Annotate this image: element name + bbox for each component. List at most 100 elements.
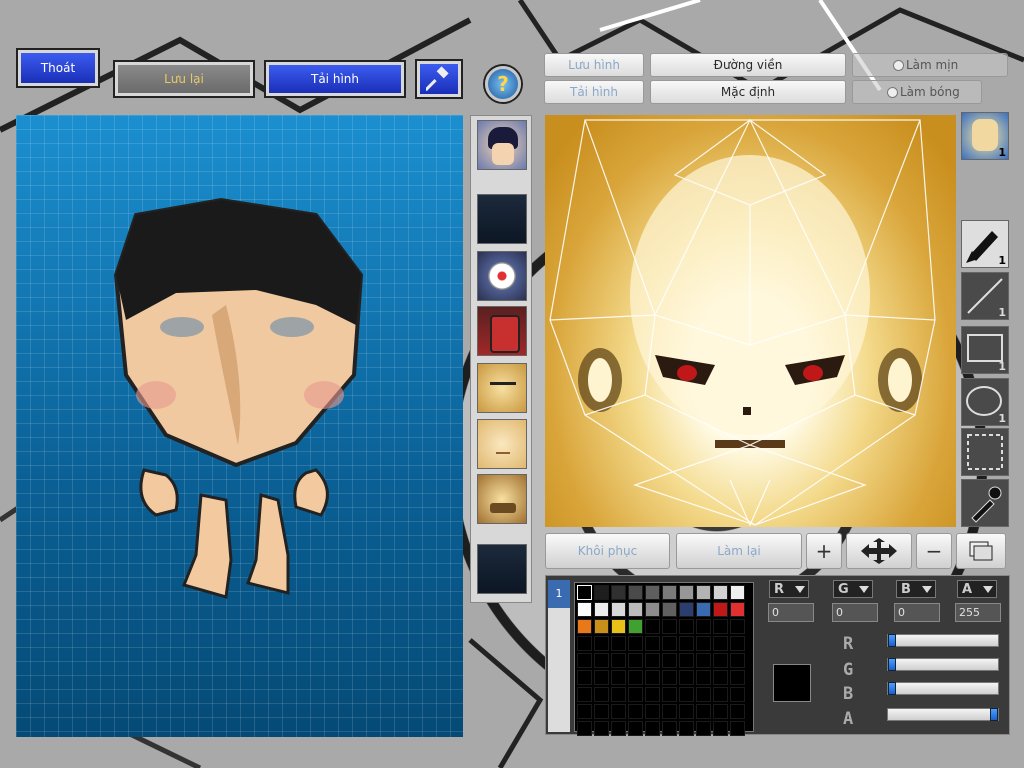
- color-swatch[interactable]: [611, 619, 626, 634]
- part-slot-hair[interactable]: [477, 120, 527, 170]
- color-swatch[interactable]: [679, 687, 694, 702]
- color-swatch[interactable]: [713, 721, 728, 736]
- color-swatch[interactable]: [679, 602, 694, 617]
- b-value-field[interactable]: 0: [894, 603, 940, 622]
- g-channel-header[interactable]: G: [833, 580, 873, 598]
- a-slider[interactable]: [887, 708, 999, 721]
- slider-knob[interactable]: [888, 682, 896, 695]
- color-swatch[interactable]: [713, 670, 728, 685]
- color-swatch[interactable]: [679, 704, 694, 719]
- color-swatch[interactable]: [645, 585, 660, 600]
- color-swatch[interactable]: [645, 602, 660, 617]
- color-swatch[interactable]: [628, 704, 643, 719]
- color-swatch[interactable]: [679, 721, 694, 736]
- part-slot-empty-2[interactable]: [477, 544, 527, 594]
- texture-canvas[interactable]: [545, 115, 956, 527]
- color-swatch[interactable]: [577, 636, 592, 651]
- color-swatch[interactable]: [594, 585, 609, 600]
- color-swatch[interactable]: [730, 636, 745, 651]
- color-swatch[interactable]: [645, 619, 660, 634]
- default-button[interactable]: Mặc định: [650, 80, 846, 104]
- color-swatch[interactable]: [594, 619, 609, 634]
- restore-button[interactable]: Khôi phục: [545, 533, 670, 569]
- line-tool[interactable]: 1: [961, 272, 1009, 320]
- color-swatch[interactable]: [645, 687, 660, 702]
- color-swatch[interactable]: [662, 636, 677, 651]
- color-swatch[interactable]: [628, 653, 643, 668]
- color-swatch[interactable]: [713, 585, 728, 600]
- color-swatch[interactable]: [645, 704, 660, 719]
- outline-button[interactable]: Đường viền: [650, 53, 846, 77]
- part-slot-body[interactable]: [477, 306, 527, 356]
- color-swatch[interactable]: [696, 585, 711, 600]
- color-swatch[interactable]: [679, 670, 694, 685]
- eyedropper-tool[interactable]: [961, 479, 1009, 527]
- color-swatch[interactable]: [730, 585, 745, 600]
- color-swatch[interactable]: [577, 704, 592, 719]
- smooth-option[interactable]: Làm mịn: [852, 53, 1008, 77]
- color-swatch[interactable]: [730, 619, 745, 634]
- g-value-field[interactable]: 0: [832, 603, 878, 622]
- color-swatch[interactable]: [594, 687, 609, 702]
- color-swatch[interactable]: [577, 670, 592, 685]
- part-slot-face-angry[interactable]: [477, 363, 527, 413]
- color-swatch[interactable]: [577, 653, 592, 668]
- move-button[interactable]: [846, 533, 912, 569]
- color-swatch[interactable]: [594, 670, 609, 685]
- part-slot-face-beard[interactable]: [477, 474, 527, 524]
- color-swatch[interactable]: [696, 687, 711, 702]
- slider-knob[interactable]: [888, 634, 896, 647]
- model-preview[interactable]: [16, 115, 463, 737]
- palette-page-1-tab[interactable]: 1: [548, 580, 570, 608]
- color-swatch[interactable]: [730, 721, 745, 736]
- color-swatch[interactable]: [594, 602, 609, 617]
- shine-option[interactable]: Làm bóng: [852, 80, 982, 104]
- layers-button[interactable]: [956, 533, 1006, 569]
- color-swatch[interactable]: [628, 687, 643, 702]
- color-swatch[interactable]: [611, 721, 626, 736]
- b-channel-header[interactable]: B: [896, 580, 936, 598]
- slider-knob[interactable]: [888, 658, 896, 671]
- exit-button[interactable]: Thoát: [18, 50, 98, 86]
- hammer-button[interactable]: [417, 61, 461, 97]
- color-swatch[interactable]: [730, 670, 745, 685]
- color-swatch[interactable]: [679, 585, 694, 600]
- rect-tool[interactable]: 1: [961, 326, 1009, 374]
- zoom-in-button[interactable]: +: [806, 533, 842, 569]
- color-swatch[interactable]: [696, 653, 711, 668]
- color-swatch[interactable]: [611, 636, 626, 651]
- color-swatch[interactable]: [611, 670, 626, 685]
- color-swatch[interactable]: [713, 602, 728, 617]
- color-swatch[interactable]: [696, 636, 711, 651]
- color-swatch[interactable]: [713, 619, 728, 634]
- color-swatch[interactable]: [696, 670, 711, 685]
- color-swatch[interactable]: [611, 653, 626, 668]
- color-swatch[interactable]: [628, 636, 643, 651]
- color-swatch[interactable]: [696, 721, 711, 736]
- color-swatch[interactable]: [662, 670, 677, 685]
- part-slot-empty[interactable]: [477, 194, 527, 244]
- redo-button[interactable]: Làm lại: [676, 533, 802, 569]
- color-swatch[interactable]: [577, 602, 592, 617]
- color-swatch[interactable]: [679, 619, 694, 634]
- color-swatch[interactable]: [679, 636, 694, 651]
- color-swatch[interactable]: [662, 585, 677, 600]
- color-swatch[interactable]: [645, 721, 660, 736]
- color-swatch[interactable]: [611, 704, 626, 719]
- pen-tool[interactable]: 1: [961, 220, 1009, 268]
- color-swatch[interactable]: [696, 602, 711, 617]
- color-swatch[interactable]: [645, 636, 660, 651]
- color-swatch[interactable]: [696, 619, 711, 634]
- b-slider[interactable]: [887, 682, 999, 695]
- r-slider[interactable]: [887, 634, 999, 647]
- color-swatch[interactable]: [628, 585, 643, 600]
- color-swatch[interactable]: [628, 619, 643, 634]
- color-swatch[interactable]: [730, 687, 745, 702]
- color-swatch[interactable]: [662, 687, 677, 702]
- color-swatch[interactable]: [611, 602, 626, 617]
- a-channel-header[interactable]: A: [957, 580, 997, 598]
- save-image-tab[interactable]: Lưu hình: [544, 53, 644, 77]
- part-slot-eye[interactable]: [477, 251, 527, 301]
- color-swatch[interactable]: [713, 687, 728, 702]
- r-value-field[interactable]: 0: [768, 603, 814, 622]
